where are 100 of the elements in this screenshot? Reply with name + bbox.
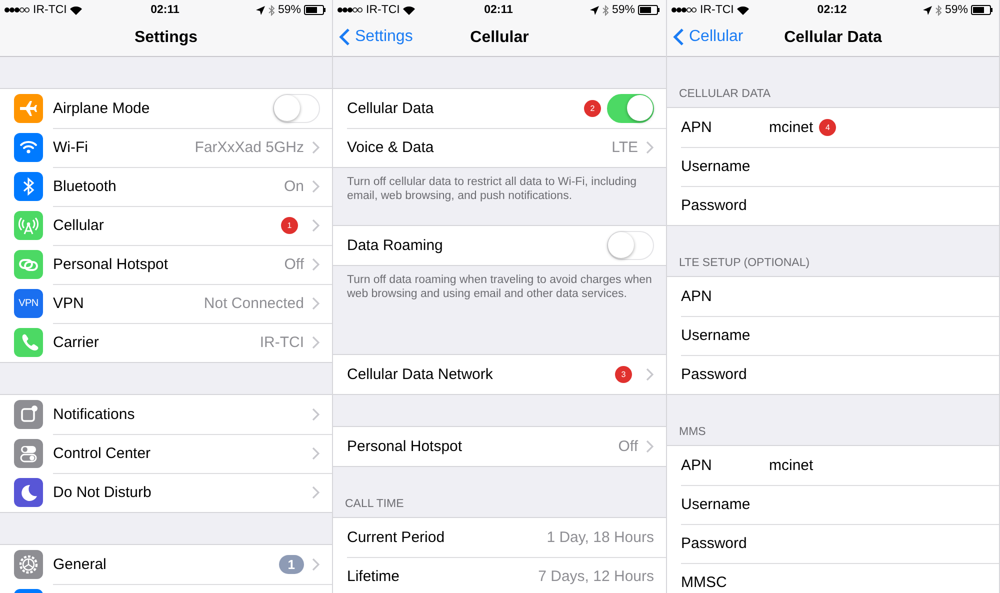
location-arrow-icon [922,6,932,14]
chevron-icon [312,180,320,193]
chevron-icon [646,368,654,381]
wifi-icon [70,6,82,14]
row-label: Do Not Disturb [53,484,152,501]
input-field[interactable]: Password [667,524,999,563]
carrier-name: IR-TCI [700,4,734,16]
section-footnote: Turn off cellular data to restrict all data to Wi-Fi, including email, web browsing, and push notifications. [346,175,638,204]
signal-strength-icon [4,7,30,13]
input-field[interactable]: Password [667,355,999,394]
toggle-switch[interactable] [607,231,654,260]
input-field[interactable]: APN mcinet 4 [667,108,999,147]
airplane-icon [14,94,43,123]
annotation-marker: 4 [819,119,836,136]
back-button[interactable]: Cellular [673,28,744,46]
row-label: Data Roaming [347,237,443,254]
row-label: Cellular Data Network [347,366,493,383]
section-header: CALL TIME [345,498,404,510]
section-header: MMS [679,426,706,438]
field-label: Password [681,535,748,552]
field-label: APN [681,457,713,474]
field-label: Password [681,366,748,383]
bluetooth-icon [268,4,275,16]
screen-title: Cellular [470,29,529,47]
chevron-icon [312,297,320,310]
notifications-icon [14,400,43,429]
chevron-icon [646,141,654,154]
wifi-icon [14,133,43,162]
vpn-icon: VPN [14,289,43,318]
link-chain-icon [14,250,43,279]
bluetooth-icon [14,172,43,201]
field-value: mcinet [769,119,814,136]
carrier-name: IR-TCI [366,4,400,16]
field-label: APN [681,119,713,136]
screen-title: Cellular Data [784,29,882,47]
row-value: Off [618,438,638,455]
field-label: Username [681,158,752,175]
toggle-switch[interactable] [607,94,654,123]
row-label: Control Center [53,445,151,462]
section-footnote: Turn off data roaming when traveling to avoid charges when web browsing and using email and other data services. [346,273,653,302]
bluetooth-icon [934,4,942,16]
chevron-icon [312,336,320,349]
toggle-switch[interactable] [273,94,320,123]
input-field[interactable]: MMSC [667,563,999,593]
back-chevron-icon [673,28,684,46]
field-label: Password [681,197,748,214]
row-label: Airplane Mode [53,100,150,117]
status-time: 02:11 [150,4,180,16]
chevron-icon [312,141,320,154]
annotation-marker: 2 [584,100,601,117]
row-label: Voice & Data [347,139,434,156]
row-label: Wi-Fi [53,139,88,156]
annotation-marker: 1 [281,217,298,234]
battery-icon [971,5,994,15]
row-value: FarXxXad 5GHz [194,139,304,156]
field-label: APN [681,288,713,305]
gear-icon [14,550,43,579]
row-value: On [284,178,304,195]
input-field[interactable]: APN [667,277,999,316]
battery-icon [638,5,660,15]
section-header: CELLULAR DATA [679,88,771,100]
signal-strength-icon [337,7,363,13]
wifi-icon [402,6,415,14]
moon-icon [14,478,43,507]
wifi-icon [736,6,749,14]
bluetooth-icon [602,4,609,16]
back-button[interactable]: Settings [339,28,413,46]
annotation-marker: 3 [615,366,632,383]
antenna-icon [14,211,43,240]
row-label: Personal Hotspot [347,438,462,455]
chevron-icon [312,219,320,232]
row-label: Bluetooth [53,178,116,195]
phone-icon [14,328,43,357]
row-label: Personal Hotspot [53,256,168,273]
input-field[interactable]: Password [667,186,999,225]
battery-percentage: 59% [944,4,968,16]
chevron-icon [312,447,320,460]
location-arrow-icon [256,6,265,14]
row-label: Lifetime [347,568,400,585]
input-field[interactable]: APN mcinet [667,446,999,485]
field-label: MMSC [681,574,728,591]
row-label: Cellular [53,217,104,234]
row-value: Not Connected [204,295,304,312]
battery-percentage: 59% [278,4,301,16]
input-field[interactable]: Username [667,485,999,524]
row-value: IR-TCI [260,334,304,351]
input-field[interactable]: Username [667,316,999,355]
chevron-icon [312,558,320,571]
row-label: General [53,556,106,573]
back-chevron-icon [339,28,350,46]
status-time: 02:12 [817,4,847,16]
section-header: LTE SETUP (OPTIONAL) [679,257,810,269]
status-time: 02:11 [484,4,513,16]
input-field[interactable]: Username [667,147,999,186]
toggles-icon [14,439,43,468]
row-value: Off [284,256,304,273]
row-value: LTE [612,139,638,156]
row-value: 7 Days, 12 Hours [538,568,654,585]
screen-title: Settings [134,29,198,47]
field-label: Username [681,496,752,513]
